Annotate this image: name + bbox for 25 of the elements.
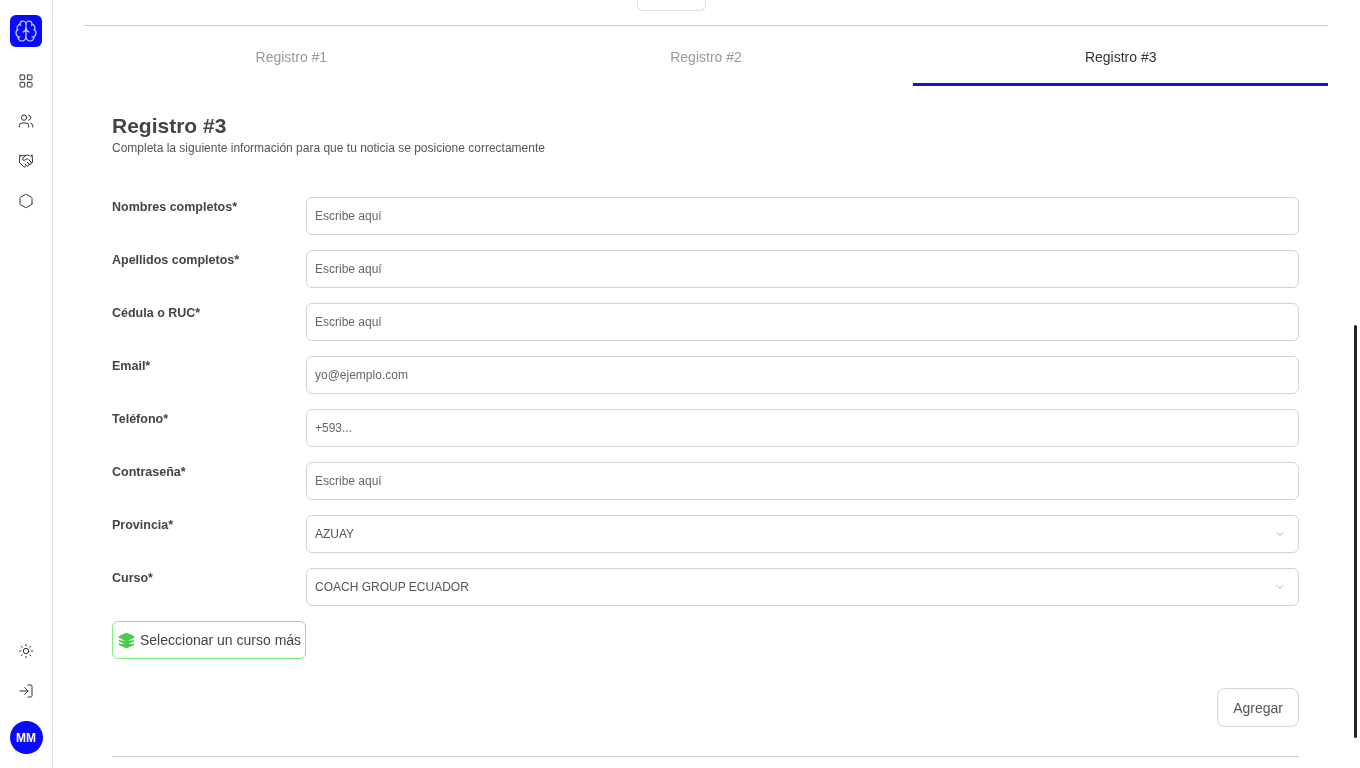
field-label: Teléfono* xyxy=(112,411,170,428)
input-field[interactable]: Escribe aquí xyxy=(306,462,1299,500)
add-course-button[interactable]: Seleccionar un curso más xyxy=(112,621,307,659)
input-field[interactable]: yo@ejemplo.com xyxy=(306,356,1299,394)
field-label: Contraseña* xyxy=(112,464,187,481)
field-label: Provincia* xyxy=(112,517,175,534)
select-field[interactable]: COACH GROUP ECUADOR xyxy=(306,568,1299,606)
layers-icon xyxy=(118,631,135,649)
field-label: Nombres completos* xyxy=(112,199,239,216)
brain-logo-icon[interactable] xyxy=(10,15,42,47)
input-field[interactable]: Escribe aquí xyxy=(306,250,1299,288)
input-field[interactable]: +593... xyxy=(306,409,1299,447)
form-subtitle: Completa la siguiente información para que tu noticia se posicione correctamente xyxy=(112,141,546,155)
input-field[interactable]: Escribe aquí xyxy=(306,303,1299,341)
user-avatar[interactable]: MM xyxy=(9,721,43,754)
select-field[interactable]: AZUAY xyxy=(306,515,1299,553)
tab[interactable]: Registro #3 xyxy=(913,40,1328,86)
field-label: Apellidos completos* xyxy=(112,252,241,269)
field-label: Cédula o RUC* xyxy=(112,305,202,322)
input-field[interactable]: Escribe aquí xyxy=(306,197,1299,235)
scrollbar[interactable] xyxy=(1354,325,1357,738)
field-label: Curso* xyxy=(112,570,154,587)
submit-button[interactable]: Agregar xyxy=(1217,688,1299,727)
form-title: Registro #3 xyxy=(112,114,228,138)
field-label: Email* xyxy=(112,358,152,375)
